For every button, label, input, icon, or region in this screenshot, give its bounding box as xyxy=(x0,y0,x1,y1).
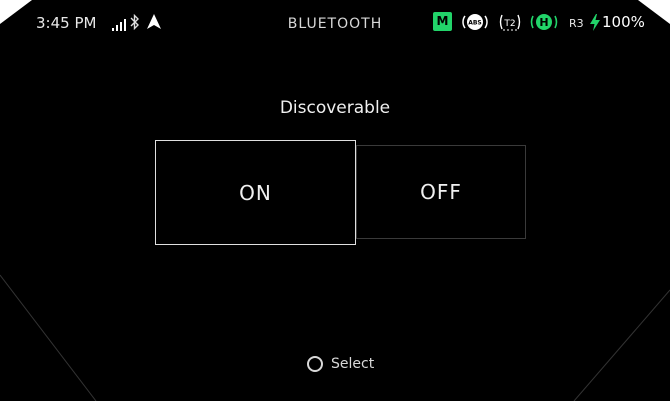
option-on-button[interactable]: ON xyxy=(155,140,356,245)
status-bar: 3:45 PM BLUETOOTH M ABS T2 H R3 100% xyxy=(0,0,670,46)
select-hint-label: Select xyxy=(331,356,375,372)
heat-label: H xyxy=(539,16,548,29)
ride-mode: R3 xyxy=(569,17,584,30)
option-on-label: ON xyxy=(239,180,272,205)
display-panel: 3:45 PM BLUETOOTH M ABS T2 H R3 100% Dis… xyxy=(0,0,670,401)
option-off-label: OFF xyxy=(420,180,462,204)
abs-label: ABS xyxy=(468,20,482,27)
charging-bolt-icon xyxy=(590,14,600,35)
abs-icon: ABS xyxy=(462,12,488,36)
traction-control-icon: T2 xyxy=(497,12,523,36)
screen: 3:45 PM BLUETOOTH M ABS T2 H R3 100% Dis… xyxy=(0,0,670,401)
traction-label: T2 xyxy=(503,19,515,29)
option-off-button[interactable]: OFF xyxy=(356,145,526,239)
setting-heading: Discoverable xyxy=(279,98,391,118)
mode-badge: M xyxy=(433,12,452,31)
heated-grips-icon: H xyxy=(530,11,558,37)
battery-level: 100% xyxy=(602,13,645,31)
select-hint: Select xyxy=(307,356,374,372)
select-button-icon xyxy=(307,356,323,372)
